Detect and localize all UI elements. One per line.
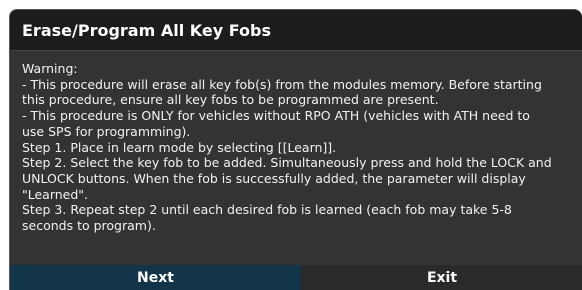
message-line: - This procedure is ONLY for vehicles wi… — [22, 108, 530, 124]
message-line: UNLOCK buttons. When the fob is successf… — [22, 170, 526, 186]
message-line: this procedure, ensure all key fobs to b… — [22, 92, 439, 108]
exit-button[interactable]: Exit — [301, 265, 582, 290]
warning-heading: Warning: — [22, 61, 78, 76]
dialog-title: Erase/Program All Key Fobs — [22, 21, 271, 40]
dialog-button-bar: Next Exit — [10, 265, 582, 290]
key-fob-dialog: Erase/Program All Key Fobs Warning: - Th… — [9, 9, 582, 290]
step-3-line: Step 3. Repeat step 2 until each desired… — [22, 202, 512, 218]
message-line: - This procedure will erase all key fob(… — [22, 76, 542, 92]
dialog-title-bar: Erase/Program All Key Fobs — [10, 10, 582, 51]
step-2-line: Step 2. Select the key fob to be added. … — [22, 155, 552, 171]
message-line: "Learned". — [22, 186, 89, 202]
procedure-instructions: Warning: - This procedure will erase all… — [22, 61, 574, 234]
dialog-body: Warning: - This procedure will erase all… — [10, 51, 582, 265]
step-1-line: Step 1. Place in learn mode by selecting… — [22, 139, 337, 155]
message-line: seconds to program). — [22, 218, 156, 234]
message-line: use SPS for programming). — [22, 123, 191, 139]
next-button[interactable]: Next — [10, 265, 301, 290]
